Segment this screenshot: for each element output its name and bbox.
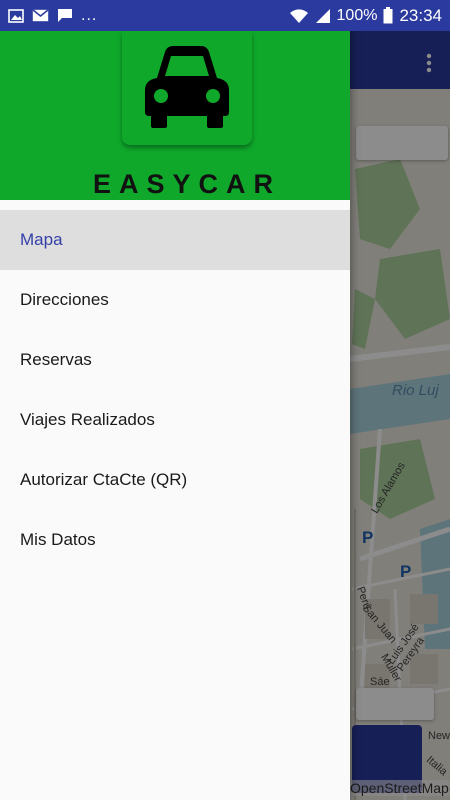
navigation-drawer: EASYCAR Mapa Direcciones Reservas Viajes…	[0, 0, 350, 800]
battery-level: 100%	[336, 6, 378, 24]
signal-icon	[315, 8, 331, 24]
wifi-icon	[289, 8, 309, 24]
app-brand-name: EASYCAR	[92, 169, 282, 199]
drawer-header: EASYCAR	[0, 31, 350, 200]
status-more-dots: ...	[81, 6, 98, 24]
drawer-item-viajes-realizados[interactable]: Viajes Realizados	[0, 390, 350, 450]
drawer-item-mis-datos[interactable]: Mis Datos	[0, 510, 350, 570]
app-logo	[122, 31, 252, 145]
drawer-item-direcciones[interactable]: Direcciones	[0, 270, 350, 330]
drawer-item-reservas[interactable]: Reservas	[0, 330, 350, 390]
status-bar: ... 100% 23:34	[0, 0, 450, 31]
drawer-item-mapa[interactable]: Mapa	[0, 210, 350, 270]
battery-icon	[383, 7, 393, 24]
car-icon	[139, 44, 235, 133]
chat-icon	[57, 8, 73, 23]
image-icon	[8, 8, 24, 23]
drawer-item-autorizar-ctacte[interactable]: Autorizar CtaCte (QR)	[0, 450, 350, 510]
clock: 23:34	[399, 5, 442, 25]
drawer-menu: Mapa Direcciones Reservas Viajes Realiza…	[0, 210, 350, 570]
mail-icon	[32, 9, 49, 22]
